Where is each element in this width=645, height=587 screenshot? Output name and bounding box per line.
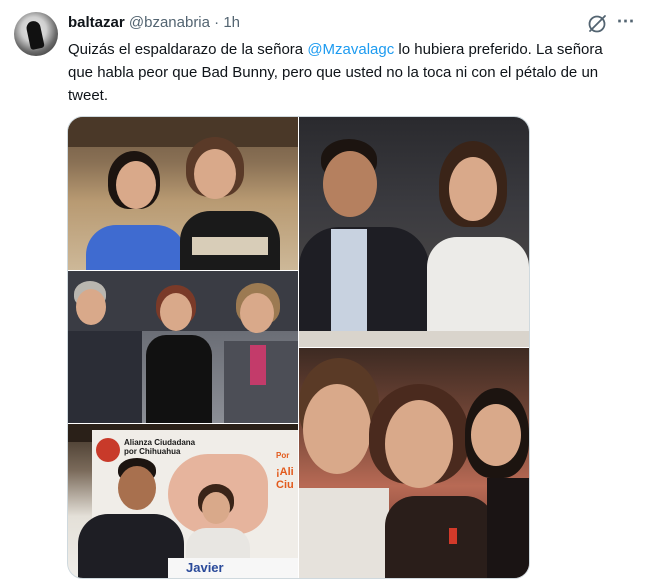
display-name[interactable]: baltazar [68, 14, 125, 31]
collage-photo-4: Alianza Ciudadana por Chihuahua Por ¡Ali… [68, 424, 298, 578]
timestamp[interactable]: 1h [223, 14, 240, 31]
banner-top-text: Por [276, 451, 290, 460]
grok-icon[interactable] [586, 13, 608, 35]
media-image[interactable]: Alianza Ciudadana por Chihuahua Por ¡Ali… [67, 116, 530, 579]
alliance-logo [96, 438, 120, 462]
collage-photo-2 [299, 117, 529, 347]
collage-photo-3 [68, 271, 298, 423]
tweet-header: baltazar @bzanabria · 1h [68, 13, 240, 33]
tweet-text: Quizás el espaldarazo de la señora @Mzav… [68, 38, 628, 107]
mention-link[interactable]: @Mzavalagc [307, 41, 394, 58]
banner-text: ¡Ali Ciu [276, 466, 294, 491]
avatar[interactable] [14, 12, 58, 56]
more-icon[interactable]: ⋯ [614, 12, 638, 34]
user-handle[interactable]: @bzanabria [129, 14, 210, 31]
separator-dot: · [214, 14, 220, 31]
podium-text: Javier [186, 560, 224, 575]
tweet-text-part1: Quizás el espaldarazo de la señora [68, 41, 308, 58]
collage-photo-1 [68, 117, 298, 270]
collage-photo-5 [299, 348, 529, 578]
tweet[interactable]: baltazar @bzanabria · 1h ⋯ Quizás el esp… [0, 0, 645, 587]
